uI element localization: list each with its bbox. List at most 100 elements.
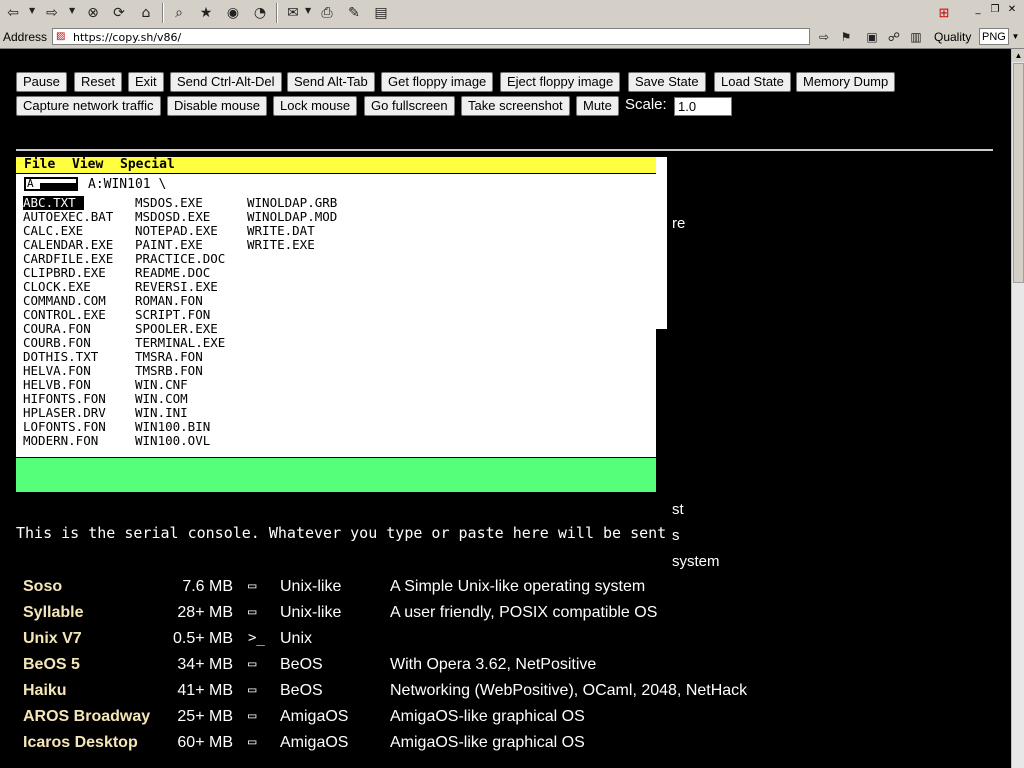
file-item[interactable]: README.DOC (135, 266, 210, 280)
file-item[interactable]: MODERN.FON (23, 434, 98, 448)
os-name-link[interactable]: Syllable (23, 604, 83, 622)
drive-selector[interactable]: A (24, 177, 78, 191)
file-item[interactable]: AUTOEXEC.BAT (23, 210, 113, 224)
os-name-link[interactable]: Icaros Desktop (23, 734, 138, 752)
send-alt-tab-button[interactable]: Send Alt-Tab (287, 72, 375, 92)
refresh-icon[interactable]: ⟳ (108, 3, 130, 23)
forward-icon[interactable]: ⇨ (41, 3, 63, 23)
binoculars-icon[interactable]: ☍ (885, 29, 903, 45)
file-item[interactable]: TMSRA.FON (135, 350, 203, 364)
format-dropdown-icon[interactable]: ▼ (1009, 28, 1022, 45)
file-item[interactable]: CLOCK.EXE (23, 280, 91, 294)
file-item[interactable]: WIN.COM (135, 392, 188, 406)
mail-dropdown-icon[interactable]: ▼ (305, 6, 311, 15)
file-item[interactable]: SCRIPT.FON (135, 308, 210, 322)
file-item[interactable]: MSDOSD.EXE (135, 210, 210, 224)
get-floppy-image-button[interactable]: Get floppy image (381, 72, 494, 92)
load-state-button[interactable]: Load State (714, 72, 791, 92)
file-item[interactable]: HELVB.FON (23, 378, 91, 392)
os-name-link[interactable]: Unix V7 (23, 630, 82, 648)
format-select[interactable]: PNG (979, 28, 1009, 45)
menu-file[interactable]: File (24, 157, 55, 173)
page-save-icon[interactable]: ▣ (863, 29, 881, 45)
os-name-link[interactable]: AROS Broadway (23, 708, 150, 726)
file-item[interactable]: CARDFILE.EXE (23, 252, 113, 266)
emulator-screen[interactable]: File View Special A A:WIN101 \ ABC.TXT AU… (16, 157, 656, 492)
file-item[interactable]: ROMAN.FON (135, 294, 203, 308)
media-icon[interactable]: ◉ (222, 3, 244, 23)
forward-dropdown-icon[interactable]: ▼ (69, 6, 75, 15)
capture-network-traffic-button[interactable]: Capture network traffic (16, 96, 161, 116)
file-item[interactable]: CALC.EXE (23, 224, 83, 238)
file-item[interactable]: PAINT.EXE (135, 238, 203, 252)
serial-console[interactable]: This is the serial console. Whatever you… (16, 522, 672, 566)
file-item[interactable]: MSDOS.EXE (135, 196, 203, 210)
menu-special[interactable]: Special (120, 157, 175, 173)
go-icon[interactable]: ⇨ (815, 29, 833, 45)
file-item[interactable]: CONTROL.EXE (23, 308, 106, 322)
home-icon[interactable]: ⌂ (135, 3, 157, 23)
file-item[interactable]: WIN.INI (135, 406, 188, 420)
document-icon[interactable]: ▤ (370, 3, 392, 23)
file-item[interactable]: COMMAND.COM (23, 294, 106, 308)
file-item[interactable]: WIN.CNF (135, 378, 188, 392)
file-item[interactable]: DOTHIS.TXT (23, 350, 98, 364)
bookmark-icon[interactable]: ⚑ (837, 29, 855, 45)
file-item[interactable]: COURA.FON (23, 322, 91, 336)
os-name-link[interactable]: BeOS 5 (23, 656, 80, 674)
file-item[interactable]: HIFONTS.FON (23, 392, 106, 406)
scroll-up-icon[interactable]: ▲ (1012, 49, 1024, 62)
file-item[interactable]: WRITE.EXE (247, 238, 315, 252)
menu-view[interactable]: View (72, 157, 103, 173)
scale-input[interactable]: 1.0 (674, 97, 732, 116)
print-icon[interactable]: ⎙ (316, 3, 338, 23)
history-icon[interactable]: ◔ (249, 3, 271, 23)
memory-dump-button[interactable]: Memory Dump (796, 72, 896, 92)
url-input[interactable]: ▨ https://copy.sh/v86/ (52, 28, 810, 45)
lock-mouse-button[interactable]: Lock mouse (273, 96, 358, 116)
scroll-thumb[interactable] (1013, 63, 1024, 283)
file-item[interactable]: ABC.TXT (23, 196, 84, 210)
file-item[interactable]: TMSRB.FON (135, 364, 203, 378)
mute-button[interactable]: Mute (576, 96, 619, 116)
disable-mouse-button[interactable]: Disable mouse (167, 96, 267, 116)
page-scrollbar[interactable]: ▲ (1011, 49, 1024, 768)
file-item[interactable]: TERMINAL.EXE (135, 336, 225, 350)
file-item[interactable]: NOTEPAD.EXE (135, 224, 218, 238)
save-state-button[interactable]: Save State (628, 72, 706, 92)
edit-icon[interactable]: ✎ (343, 3, 365, 23)
file-item[interactable]: WINOLDAP.MOD (247, 210, 337, 224)
search-icon[interactable]: ⌕ (168, 3, 190, 23)
file-item[interactable]: WINOLDAP.GRB (247, 196, 337, 210)
mail-icon[interactable]: ✉ (282, 3, 304, 23)
exit-button[interactable]: Exit (128, 72, 164, 92)
os-name-link[interactable]: Haiku (23, 682, 67, 700)
eject-floppy-image-button[interactable]: Eject floppy image (500, 72, 621, 92)
file-item[interactable]: WRITE.DAT (247, 224, 315, 238)
take-screenshot-button[interactable]: Take screenshot (461, 96, 570, 116)
favorites-icon[interactable]: ★ (195, 3, 217, 23)
back-dropdown-icon[interactable]: ▼ (29, 6, 35, 15)
file-item[interactable]: SPOOLER.EXE (135, 322, 218, 336)
stop-icon[interactable]: ⊗ (82, 3, 104, 23)
minimize-icon[interactable]: _ (970, 2, 986, 16)
file-item[interactable]: COURB.FON (23, 336, 91, 350)
close-icon[interactable]: ✕ (1004, 2, 1020, 16)
file-item[interactable]: CALENDAR.EXE (23, 238, 113, 252)
file-item[interactable]: WIN100.BIN (135, 420, 210, 434)
clipboard-icon[interactable]: ▥ (907, 29, 925, 45)
restore-icon[interactable]: ❐ (987, 2, 1003, 16)
reset-button[interactable]: Reset (74, 72, 122, 92)
file-item[interactable]: HELVA.FON (23, 364, 91, 378)
file-item[interactable]: HPLASER.DRV (23, 406, 106, 420)
back-icon[interactable]: ⇦ (2, 3, 24, 23)
file-item[interactable]: REVERSI.EXE (135, 280, 218, 294)
file-item[interactable]: CLIPBRD.EXE (23, 266, 106, 280)
send-ctrl-alt-del-button[interactable]: Send Ctrl-Alt-Del (170, 72, 282, 92)
os-name-link[interactable]: Soso (23, 578, 62, 596)
pause-button[interactable]: Pause (16, 72, 67, 92)
file-item[interactable]: PRACTICE.DOC (135, 252, 225, 266)
file-item[interactable]: LOFONTS.FON (23, 420, 106, 434)
go-fullscreen-button[interactable]: Go fullscreen (364, 96, 455, 116)
file-item[interactable]: WIN100.OVL (135, 434, 210, 448)
